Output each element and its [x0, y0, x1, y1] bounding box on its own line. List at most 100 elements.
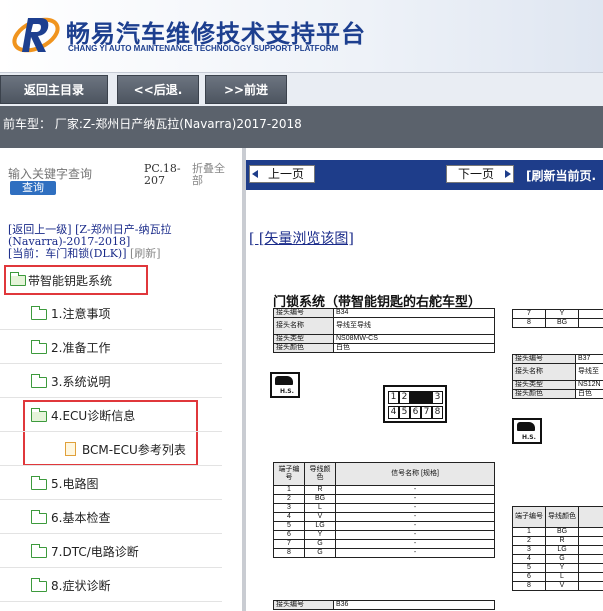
- color-cell: LG: [545, 545, 579, 555]
- terminal-table-b37: 端子编号 导线颜色 1 BG 2R 3 LG 4G 5Y 6L 8V: [512, 506, 603, 591]
- table-header: 导线颜色: [304, 462, 336, 486]
- vehicle-info: 前车型： 厂家:Z-郑州日产纳瓦拉(Navarra)2017-2018: [3, 117, 302, 131]
- pin-cell: 3: [512, 545, 546, 555]
- prev-arrow-icon: [252, 170, 258, 178]
- color-cell: R: [304, 485, 336, 495]
- breadcrumb-current[interactable]: [当前：车门和锁(DLK)]: [8, 247, 127, 260]
- info-value: B36: [333, 600, 495, 610]
- table-row: 8G-: [273, 548, 495, 558]
- connector-info-table: 接头编号 B34 接头名称 导线至导线 接头类型 NS08MW-CS 接头颜色 白色: [273, 308, 495, 353]
- pin: 4: [388, 406, 399, 419]
- info-value: B34: [333, 308, 495, 318]
- info-label: 接头颜色: [512, 389, 576, 399]
- tree-item-wiring-diagram[interactable]: 5.电路图: [0, 466, 222, 500]
- tree-item-preparation[interactable]: 2.准备工作: [0, 330, 222, 364]
- search-button[interactable]: 查询: [10, 181, 56, 195]
- pin-cell: 6: [512, 572, 546, 582]
- table-row: 6L: [512, 572, 603, 582]
- table-row: 5Y: [512, 563, 603, 573]
- tree-root-smart-key[interactable]: 带智能钥匙系统: [0, 265, 222, 295]
- tree-item-dtc-diagnosis[interactable]: 7.DTC/电路诊断: [0, 534, 222, 568]
- hs-label: H.S.: [522, 434, 536, 441]
- pc-code: PC.18-207: [144, 162, 181, 187]
- color-cell: R: [545, 536, 579, 546]
- tree-item-system-description[interactable]: 3.系统说明: [0, 364, 222, 398]
- signal-cell: -: [335, 548, 495, 558]
- document-icon: [65, 442, 76, 456]
- pin: 8: [432, 406, 443, 419]
- color-cell: V: [545, 581, 579, 591]
- breadcrumb: [返回上一级] [Z-郑州日产-纳瓦拉(Navarra)-2017-2018] …: [8, 224, 236, 260]
- car-icon: [275, 376, 293, 385]
- pin-cell: 1: [273, 485, 305, 495]
- info-label: 接头编号: [273, 308, 334, 318]
- table-header: 导线颜色: [545, 506, 579, 528]
- table-row: 2 BG -: [273, 494, 495, 504]
- pin-cell: 6: [273, 530, 305, 540]
- info-value: NS12N: [575, 380, 603, 390]
- tree-item-ecu-diagnosis[interactable]: 4.ECU诊断信息: [0, 398, 222, 432]
- table-row: 4G: [512, 554, 603, 564]
- color-cell: BG: [545, 318, 579, 328]
- color-cell: LG: [304, 521, 336, 531]
- pin-cell: 8: [273, 548, 305, 558]
- info-label: 接头颜色: [273, 343, 334, 353]
- tree-item-basic-inspection[interactable]: 6.基本检查: [0, 500, 222, 534]
- info-label: 接头编号: [512, 354, 576, 364]
- signal-cell: -: [335, 485, 495, 495]
- prev-page-button[interactable]: 上一页: [249, 165, 315, 183]
- folder-icon: [31, 374, 47, 388]
- tree-item-label: 5.电路图: [51, 477, 99, 491]
- fold-all-button[interactable]: 折叠全部: [192, 163, 232, 187]
- info-value: NS08MW-CS: [333, 334, 495, 344]
- tree-item-label: BCM-ECU参考列表: [82, 443, 186, 457]
- vector-view-link[interactable]: [ [矢量浏览该图]: [249, 228, 354, 248]
- tree-item-label: 4.ECU诊断信息: [51, 409, 136, 423]
- signal-cell: -: [335, 530, 495, 540]
- tree-item-bcm-reference[interactable]: BCM-ECU参考列表: [0, 432, 222, 466]
- connector-face: 1 2 3 4 5 6 7 8: [383, 385, 447, 423]
- folder-icon: [31, 578, 47, 592]
- table-row: 5 LG -: [273, 521, 495, 531]
- pin-cell: 7: [512, 309, 546, 319]
- pin: 6: [410, 406, 421, 419]
- pin: 2: [399, 391, 410, 404]
- signal-cell: -: [335, 539, 495, 549]
- key-slot: [410, 391, 432, 404]
- info-label: 接头类型: [512, 380, 576, 390]
- folder-icon: [31, 476, 47, 490]
- color-cell: L: [304, 503, 336, 513]
- table-row: 2R: [512, 536, 603, 546]
- back-button[interactable]: <<后退.: [117, 75, 199, 104]
- folder-icon: [31, 544, 47, 558]
- content-panel: 上一页 下一页 [刷新当前页. [ [矢量浏览该图] 门锁系统（带智能钥匙的右舵…: [246, 148, 603, 611]
- table-row: 4V-: [273, 512, 495, 522]
- info-label: 接头编号: [273, 600, 334, 610]
- tree-item-symptom-diagnosis[interactable]: 8.症状诊断: [0, 568, 222, 602]
- tree-item-label: 7.DTC/电路诊断: [51, 545, 139, 559]
- next-page-button[interactable]: 下一页: [446, 165, 514, 183]
- table-row: 1R-: [273, 485, 495, 495]
- color-cell: BG: [545, 527, 579, 537]
- info-label: 接头名称: [273, 317, 334, 335]
- pin: 3: [432, 391, 443, 404]
- refresh-link[interactable]: [刷新]: [130, 247, 161, 260]
- pin-cell: 8: [512, 581, 546, 591]
- right-top-table: 7Y 8 BG: [512, 309, 603, 328]
- connector-info-table-b37: 接头编号 B37 接头名称 导线至 接头类型 NS12N 接头颜色 白色: [512, 354, 603, 399]
- pin-cell: 4: [512, 554, 546, 564]
- forward-button[interactable]: >>前进: [205, 75, 287, 104]
- cy-r-logo-icon: [12, 17, 60, 53]
- harness-side-icon: H.S.: [512, 418, 542, 444]
- info-label: 接头类型: [273, 334, 334, 344]
- pin-cell: 5: [273, 521, 305, 531]
- tree-item-precautions[interactable]: 1.注意事项: [0, 296, 222, 330]
- tree-item-label: 8.症状诊断: [51, 579, 111, 593]
- home-button[interactable]: 返回主目录: [0, 75, 108, 104]
- signal-cell: -: [335, 512, 495, 522]
- pin-cell: 5: [512, 563, 546, 573]
- pin: 7: [421, 406, 432, 419]
- refresh-page-link[interactable]: [刷新当前页.: [526, 167, 596, 184]
- pin: 5: [399, 406, 410, 419]
- info-value: 导线至: [575, 363, 603, 381]
